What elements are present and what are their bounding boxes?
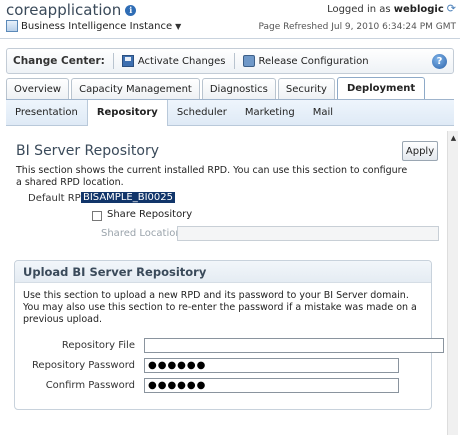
username: weblogic <box>393 4 444 15</box>
section-description: This section shows the current installed… <box>16 165 408 188</box>
tab-capacity-management[interactable]: Capacity Management <box>71 78 200 99</box>
scroll-up-icon[interactable]: ▲ <box>449 134 458 143</box>
change-center-bar: Change Center: Activate Changes Release … <box>6 48 454 74</box>
tab-deployment[interactable]: Deployment <box>336 77 426 99</box>
repository-file-label: Repository File <box>61 340 135 351</box>
upload-description: Use this section to upload a new RPD and… <box>23 290 417 325</box>
apply-button[interactable]: Apply <box>402 141 438 161</box>
help-icon[interactable]: ? <box>432 54 447 69</box>
instance-label: Business Intelligence Instance <box>21 20 173 32</box>
repository-password-label: Repository Password <box>31 360 135 371</box>
release-configuration-button[interactable]: Release Configuration <box>242 55 369 67</box>
default-rpd-label: Default RPD <box>28 193 89 204</box>
confirm-password-label: Confirm Password <box>45 380 135 391</box>
tab-security[interactable]: Security <box>277 78 335 99</box>
main-tabs: Overview Capacity Management Diagnostics… <box>6 77 426 99</box>
subtab-mail[interactable]: Mail <box>304 100 342 126</box>
tab-diagnostics[interactable]: Diagnostics <box>201 78 276 99</box>
default-rpd-value: BISAMPLE_BI0025 <box>81 192 175 203</box>
toolbar-divider <box>233 53 235 69</box>
share-repository-label: Share Repository <box>107 209 193 220</box>
activate-changes-label: Activate Changes <box>137 55 226 67</box>
app-title: coreapplication i <box>6 1 137 19</box>
repository-password-input[interactable]: ●●●●●● <box>144 358 399 373</box>
header-divider <box>0 38 460 39</box>
share-repository-checkbox[interactable] <box>92 211 102 221</box>
subtab-scheduler[interactable]: Scheduler <box>168 100 236 126</box>
app-title-text: coreapplication <box>6 1 122 19</box>
release-configuration-label: Release Configuration <box>258 55 369 67</box>
toolbar-divider <box>112 53 114 69</box>
section-title: BI Server Repository <box>16 143 159 159</box>
release-icon <box>242 55 255 67</box>
sub-tabs: Presentation Repository Scheduler Market… <box>6 99 454 126</box>
vertical-scrollbar[interactable]: ▲ <box>447 131 458 435</box>
subtab-presentation[interactable]: Presentation <box>6 100 87 126</box>
change-center-title: Change Center: <box>13 55 105 67</box>
refresh-icon[interactable]: ⟳ <box>447 2 456 15</box>
subtab-repository[interactable]: Repository <box>86 99 168 126</box>
upload-section: Upload BI Server Repository Use this sec… <box>14 260 444 410</box>
page-refreshed-text: Page Refreshed Jul 9, 2010 6:34:24 PM GM… <box>258 22 456 32</box>
subtab-marketing[interactable]: Marketing <box>236 100 304 126</box>
logged-in-status: Logged in as weblogic ⟳ <box>327 2 456 15</box>
logged-in-prefix: Logged in as <box>327 4 391 15</box>
upload-section-title: Upload BI Server Repository <box>15 261 431 283</box>
repository-file-input[interactable] <box>144 338 444 353</box>
info-icon[interactable]: i <box>125 4 137 16</box>
shared-location-input[interactable] <box>177 226 439 241</box>
instance-icon <box>6 20 18 32</box>
instance-selector[interactable]: Business Intelligence Instance ▼ <box>6 20 181 32</box>
chevron-down-icon: ▼ <box>175 21 182 31</box>
repository-panel: BI Server Repository Apply This section … <box>6 127 444 435</box>
activate-changes-button[interactable]: Activate Changes <box>121 55 226 67</box>
shared-location-label: Shared Location <box>101 228 182 239</box>
confirm-password-input[interactable]: ●●●●●● <box>144 378 399 393</box>
save-icon <box>121 55 134 67</box>
tab-overview[interactable]: Overview <box>6 78 70 99</box>
